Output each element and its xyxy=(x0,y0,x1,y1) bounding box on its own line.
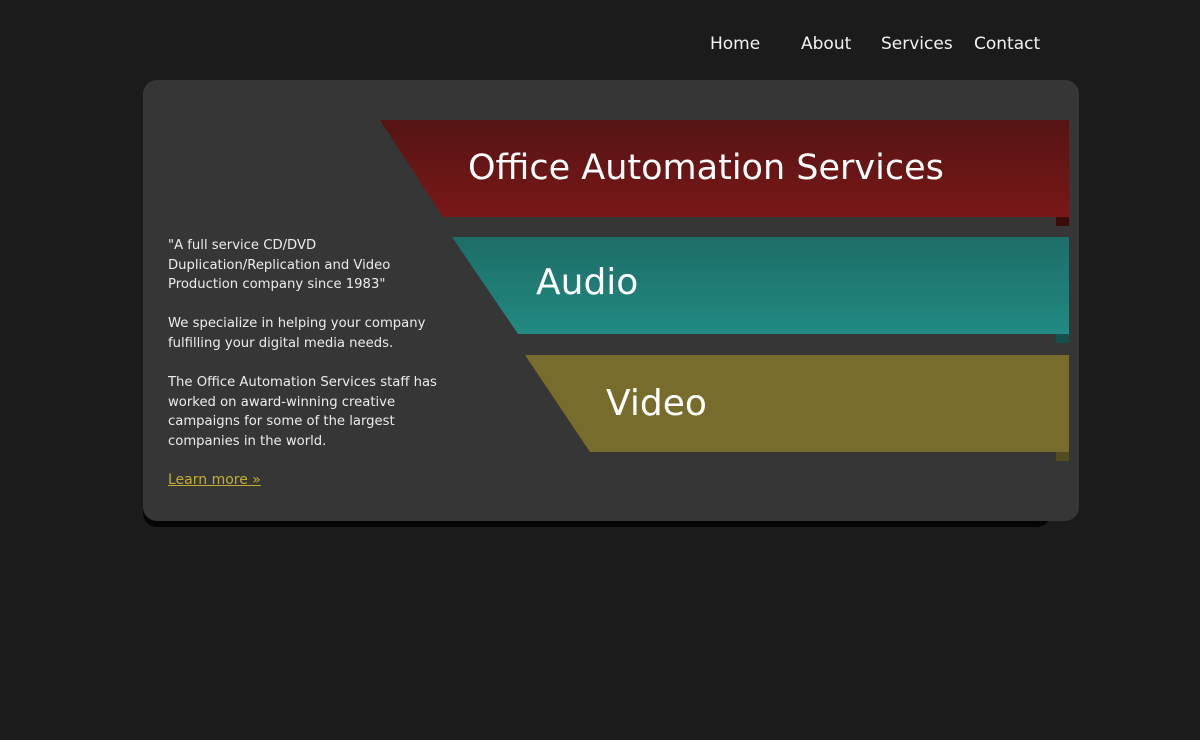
banner-video[interactable]: Video xyxy=(525,355,1069,461)
intro-text: "A full service CD/DVD Duplication/Repli… xyxy=(168,236,438,491)
banner-label: Audio xyxy=(536,262,639,303)
nav-link-about[interactable]: About xyxy=(801,34,851,54)
nav-link-contact[interactable]: Contact xyxy=(974,34,1040,54)
nav-link-services[interactable]: Services xyxy=(881,34,953,54)
learn-more-link[interactable]: Learn more » xyxy=(168,472,261,488)
banner-audio[interactable]: Audio xyxy=(452,237,1069,343)
company-tagline: "A full service CD/DVD Duplication/Repli… xyxy=(168,238,391,293)
banner-fold xyxy=(1056,334,1069,343)
banner-fold xyxy=(1056,217,1069,226)
banner-office-automation-services[interactable]: Office Automation Services xyxy=(380,120,1069,226)
intro-paragraph-staff: The Office Automation Services staff has… xyxy=(168,375,437,449)
banner-fold xyxy=(1056,452,1069,461)
banner-label: Office Automation Services xyxy=(468,148,944,188)
main-nav: Home About Services Contact xyxy=(0,30,1200,60)
banner-label: Video xyxy=(606,383,707,424)
intro-paragraph-specialize: We specialize in helping your company fu… xyxy=(168,316,426,351)
nav-link-home[interactable]: Home xyxy=(710,34,760,54)
